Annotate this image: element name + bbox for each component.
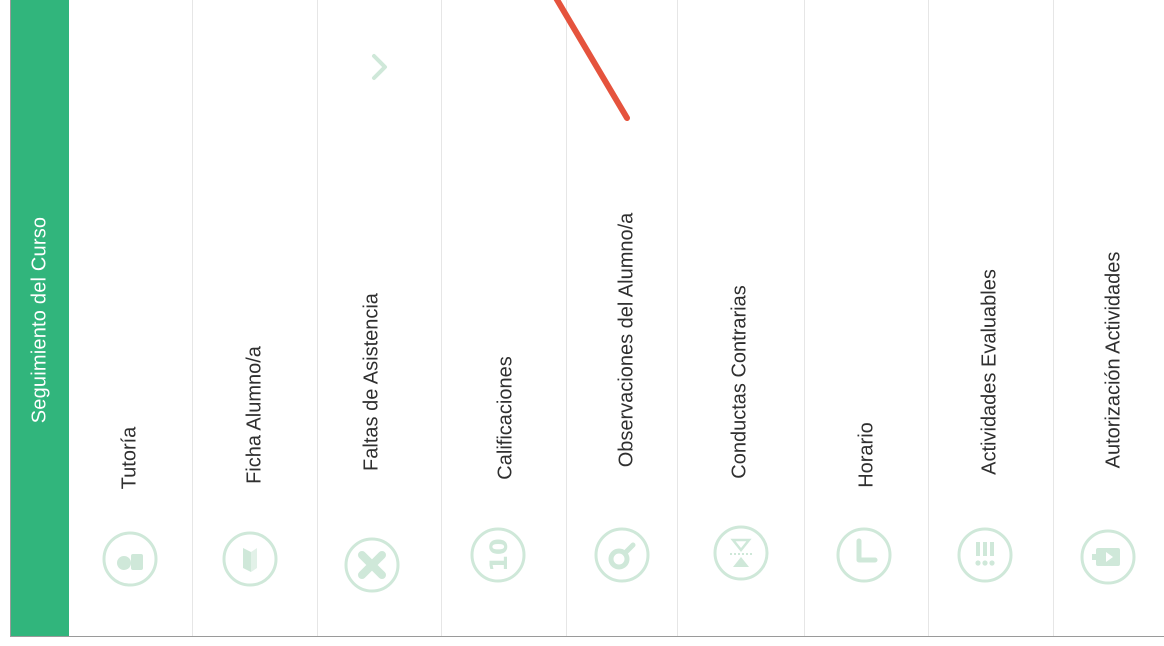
menu-item-label: Autorización Actividades	[1102, 251, 1125, 469]
menu-item-label: Actividades Evaluables	[978, 269, 1001, 475]
menu-item-label: Calificaciones	[494, 356, 517, 480]
menu-item-label: Ficha Alumno/a	[243, 346, 266, 484]
menu-item-faltas-asistencia[interactable]: Faltas de Asistencia	[318, 0, 442, 636]
menu-item-tutoria[interactable]: Tutoría	[69, 0, 193, 636]
menu-item-label: Faltas de Asistencia	[360, 293, 383, 471]
faltas-icon	[343, 536, 401, 594]
conductas-icon	[712, 524, 770, 582]
calificaciones-icon: 10	[469, 526, 527, 584]
menu-item-label: Conductas Contrarias	[728, 285, 751, 479]
autorizacion-icon	[1079, 528, 1137, 586]
svg-text:10: 10	[485, 538, 513, 571]
horario-icon	[835, 526, 893, 584]
chevron-right-icon	[369, 52, 391, 82]
ficha-icon	[221, 530, 279, 588]
menu-item-actividades-evaluables[interactable]: Actividades Evaluables	[929, 0, 1054, 636]
section-header-bar: Seguimiento del Curso	[11, 0, 69, 636]
menu-item-conductas-contrarias[interactable]: Conductas Contrarias	[678, 0, 805, 636]
menu-item-label: Horario	[855, 422, 878, 488]
actividades-icon	[956, 526, 1014, 584]
menu-item-label: Tutoría	[118, 426, 141, 490]
menu-item-label: Observaciones del Alumno/a	[615, 212, 638, 468]
tutoria-icon	[101, 530, 159, 588]
menu-item-observaciones[interactable]: Observaciones del Alumno/a	[567, 0, 678, 636]
menu-item-calificaciones[interactable]: Calificaciones 10	[442, 0, 567, 636]
menu-item-horario[interactable]: Horario	[805, 0, 929, 636]
section-title: Seguimiento del Curso	[28, 216, 51, 424]
menu-item-autorizacion-actividades[interactable]: Autorización Actividades	[1054, 0, 1164, 636]
observaciones-icon	[593, 526, 651, 584]
menu-item-ficha-alumno[interactable]: Ficha Alumno/a	[193, 0, 318, 636]
